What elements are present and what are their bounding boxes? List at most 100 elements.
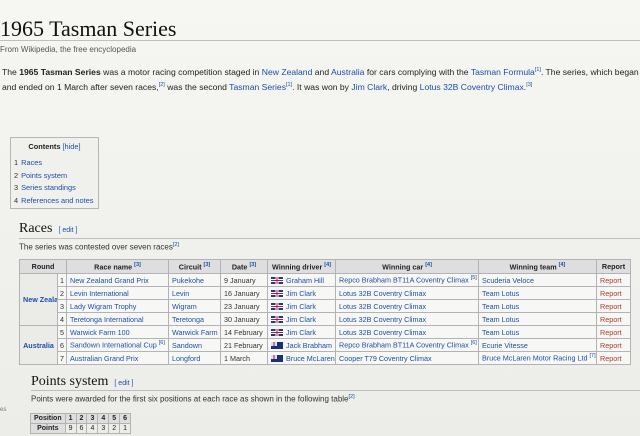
col-header-winning-team[interactable]: Winning team [4] [478,259,598,274]
link-jim-clark[interactable]: Jim Clark [351,82,387,92]
col-header-text: Date [231,262,248,272]
team-link[interactable]: Team Lotus [478,286,598,300]
report-link[interactable]: Report [596,338,632,352]
ref-link[interactable]: [4] [559,262,566,268]
driver-link[interactable]: Jim Clark [286,302,316,311]
circuit-link[interactable]: Levin [168,286,222,300]
intro-text: , driving [387,81,420,92]
table-row: 6 Sandown International Cup [6] Sandown … [20,338,632,352]
race-name-link[interactable]: Australian Grand Prix [66,351,170,365]
report-link[interactable]: Report [596,312,632,326]
circuit-link[interactable]: Wigram [168,299,222,313]
ref-link[interactable]: [6] [471,340,477,346]
col-header-round[interactable]: Round [18,259,68,274]
link-australia[interactable]: Australia [331,67,364,77]
circuit-link[interactable]: Warwick Farm [168,325,222,339]
region-australia[interactable]: Australia [19,325,58,365]
driver-link[interactable]: Bruce McLaren [286,354,335,363]
race-name-link[interactable]: Teretonga International [66,312,170,326]
ref-link[interactable]: [3] [204,262,211,268]
edit-link-races[interactable]: [ edit ] [58,227,77,234]
circuit-link[interactable]: Longford [168,351,222,365]
car-link[interactable]: Lotus 32B Coventry Climax [335,325,480,339]
race-date: 21 February [220,338,269,352]
table-of-contents: Contents [hide] 1 Races 2 Points system 3S… [10,137,99,209]
driver-link[interactable]: Jim Clark [286,289,316,298]
race-name-link[interactable]: New Zealand Grand Prix [66,273,170,287]
toc-item-points-system[interactable]: 2 Points system [14,170,98,183]
race-date: 16 January [220,286,269,300]
report-link[interactable]: Report [596,273,632,287]
toc-item-series-standings[interactable]: 3 Series standings [14,182,98,195]
driver-link[interactable]: Jim Clark [286,328,316,337]
team-link[interactable]: Scuderia Veloce [478,273,598,287]
link-lotus-32b[interactable]: Lotus 32B Coventry Climax [420,82,524,92]
toc-title: Contents [hide] [11,142,98,151]
race-name-link[interactable]: Lady Wigram Trophy [66,299,170,313]
link-tasman-series[interactable]: Tasman Series [229,82,286,92]
ref-link[interactable]: [4] [425,262,432,268]
link-tasman-formula[interactable]: Tasman Formula [471,67,535,77]
driver-link[interactable]: Jim Clark [286,315,316,324]
region-new-zealand[interactable]: New Zealand [19,273,58,326]
team-link[interactable]: Ecurie Vitesse [478,338,598,352]
ref-link[interactable]: [3] [249,262,256,268]
points-position-row: Position 1 2 3 4 5 6 [30,413,132,424]
uk-flag-icon [271,302,284,310]
circuit-link[interactable]: Pukekohe [168,273,222,287]
driver-link[interactable]: Jack Brabham [286,341,332,350]
race-name-link[interactable]: Levin International [66,286,170,300]
car-link[interactable]: Repco Brabham BT11A Coventry Climax [339,341,469,350]
points-cell: 9 [64,423,77,434]
report-link[interactable]: Report [596,325,632,339]
section-divider [19,238,640,239]
car-link[interactable]: Lotus 32B Coventry Climax [335,299,480,313]
winning-driver-cell: Jim Clark [267,286,337,300]
col-header-date[interactable]: Date [3] [220,259,269,274]
table-row: 7 Australian Grand Prix Longford 1 March… [20,351,632,365]
uk-flag-icon [271,289,284,297]
section-heading-points-system: Points system [ edit ] [31,374,133,390]
car-link[interactable]: Cooper T79 Coventry Climax [335,351,480,365]
circuit-link[interactable]: Sandown [168,338,222,352]
points-cell: 4 [86,423,99,434]
ref-link[interactable]: [3] [134,262,141,268]
position-cell: 4 [97,413,110,424]
table-row: 3 Lady Wigram Trophy Wigram 23 January J… [20,299,632,313]
toc-hide-link[interactable]: [hide] [63,142,81,151]
team-link[interactable]: Bruce McLaren Motor Racing Ltd [482,354,587,363]
race-name-link[interactable]: Warwick Farm 100 [66,325,170,339]
race-name-link[interactable]: Sandown International Cup [70,341,157,350]
col-header-race-name[interactable]: Race name [3] [66,259,170,274]
edit-link-points[interactable]: [ edit ] [114,380,133,387]
ref-link[interactable]: [7] [589,353,595,359]
car-link[interactable]: Lotus 32B Coventry Climax [335,312,480,326]
ref-link[interactable]: [2] [349,394,355,400]
ref-link[interactable]: [2] [173,242,179,248]
position-cell: 6 [119,413,132,424]
col-header-winning-car[interactable]: Winning car [4] [335,259,480,274]
toc-item-references[interactable]: 4 References and notes [14,195,98,208]
team-link[interactable]: Team Lotus [478,299,598,313]
circuit-link[interactable]: Teretonga [168,312,222,326]
col-header-report[interactable]: Report [596,259,632,274]
car-link[interactable]: Lotus 32B Coventry Climax [335,286,480,300]
toc-item-races[interactable]: 1 Races [14,157,98,170]
ref-link[interactable]: [5] [471,275,477,281]
intro-text: for cars complying with the [364,66,471,77]
team-link[interactable]: Team Lotus [478,325,598,339]
ref-link[interactable]: [6] [159,340,165,346]
report-link[interactable]: Report [596,351,632,365]
toc-label: Series standings [21,183,76,192]
link-new-zealand[interactable]: New Zealand [262,67,313,77]
col-header-winning-driver[interactable]: Winning driver [4] [267,259,337,274]
ref-link[interactable]: [4] [324,262,331,268]
race-date: 1 March [220,351,269,365]
col-header-circuit[interactable]: Circuit [3] [168,259,222,274]
car-link[interactable]: Repco Brabham BT11A Coventry Climax [339,276,469,285]
report-link[interactable]: Report [596,299,632,313]
ref-link[interactable]: [3] [526,82,532,88]
driver-link[interactable]: Graham Hill [286,276,324,285]
report-link[interactable]: Report [596,286,632,300]
team-link[interactable]: Team Lotus [478,312,598,326]
